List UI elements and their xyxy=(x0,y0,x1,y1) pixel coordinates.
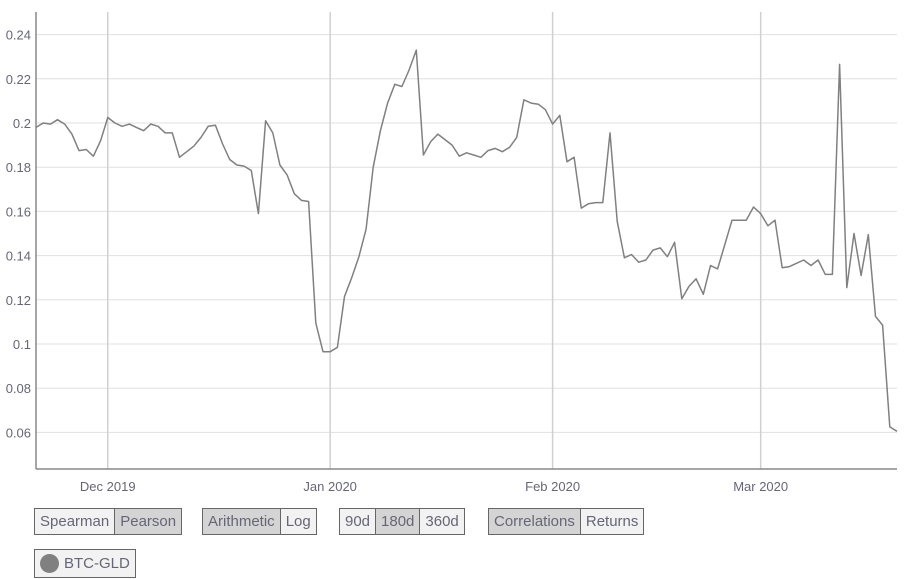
spearman-button[interactable]: Spearman xyxy=(35,509,115,534)
y-axis-ticks: 0.06 0.08 0.1 0.12 0.14 0.16 0.18 0.2 0.22 0.24 xyxy=(6,28,31,441)
series-layer xyxy=(35,49,898,432)
x-axis-ticks: Dec 2019 Jan 2020 Feb 2020 Mar 2020 xyxy=(80,479,788,494)
x-tick-label: Feb 2020 xyxy=(525,479,580,494)
arithmetic-button[interactable]: Arithmetic xyxy=(203,509,280,534)
y-tick-label: 0.22 xyxy=(6,72,31,87)
returns-button[interactable]: Returns xyxy=(579,509,644,534)
view-toggle-group: Correlations Returns xyxy=(488,508,645,535)
circle-swatch-icon xyxy=(40,554,59,573)
legend-item-btc-gld[interactable]: BTC-GLD xyxy=(34,549,136,578)
window-180d-button[interactable]: 180d xyxy=(375,509,420,534)
x-tick-label: Mar 2020 xyxy=(733,479,788,494)
pearson-button[interactable]: Pearson xyxy=(114,509,182,534)
method-toggle-group: Spearman Pearson xyxy=(34,508,183,535)
y-tick-label: 0.1 xyxy=(13,337,31,352)
horizontal-gridlines xyxy=(36,34,897,433)
correlations-button[interactable]: Correlations xyxy=(489,509,580,534)
legend-label: BTC-GLD xyxy=(64,555,130,572)
y-tick-label: 0.2 xyxy=(13,116,31,131)
window-360d-button[interactable]: 360d xyxy=(419,509,464,534)
window-toggle-group: 90d 180d 360d xyxy=(339,508,465,535)
y-tick-label: 0.24 xyxy=(6,28,31,43)
y-tick-label: 0.16 xyxy=(6,204,31,219)
y-tick-label: 0.08 xyxy=(6,381,31,396)
y-tick-label: 0.14 xyxy=(6,249,31,264)
y-tick-label: 0.12 xyxy=(6,293,31,308)
x-tick-label: Dec 2019 xyxy=(80,479,136,494)
scale-toggle-group: Arithmetic Log xyxy=(202,508,317,535)
series-line-btc-gld xyxy=(35,49,898,432)
log-button[interactable]: Log xyxy=(279,509,316,534)
x-tick-label: Jan 2020 xyxy=(303,479,357,494)
y-tick-label: 0.18 xyxy=(6,160,31,175)
y-tick-label: 0.06 xyxy=(6,425,31,440)
vertical-gridlines xyxy=(107,12,762,469)
window-90d-button[interactable]: 90d xyxy=(340,509,376,534)
correlation-chart: 0.06 0.08 0.1 0.12 0.14 0.16 0.18 0.2 0.22 0.24 D… xyxy=(6,12,898,494)
